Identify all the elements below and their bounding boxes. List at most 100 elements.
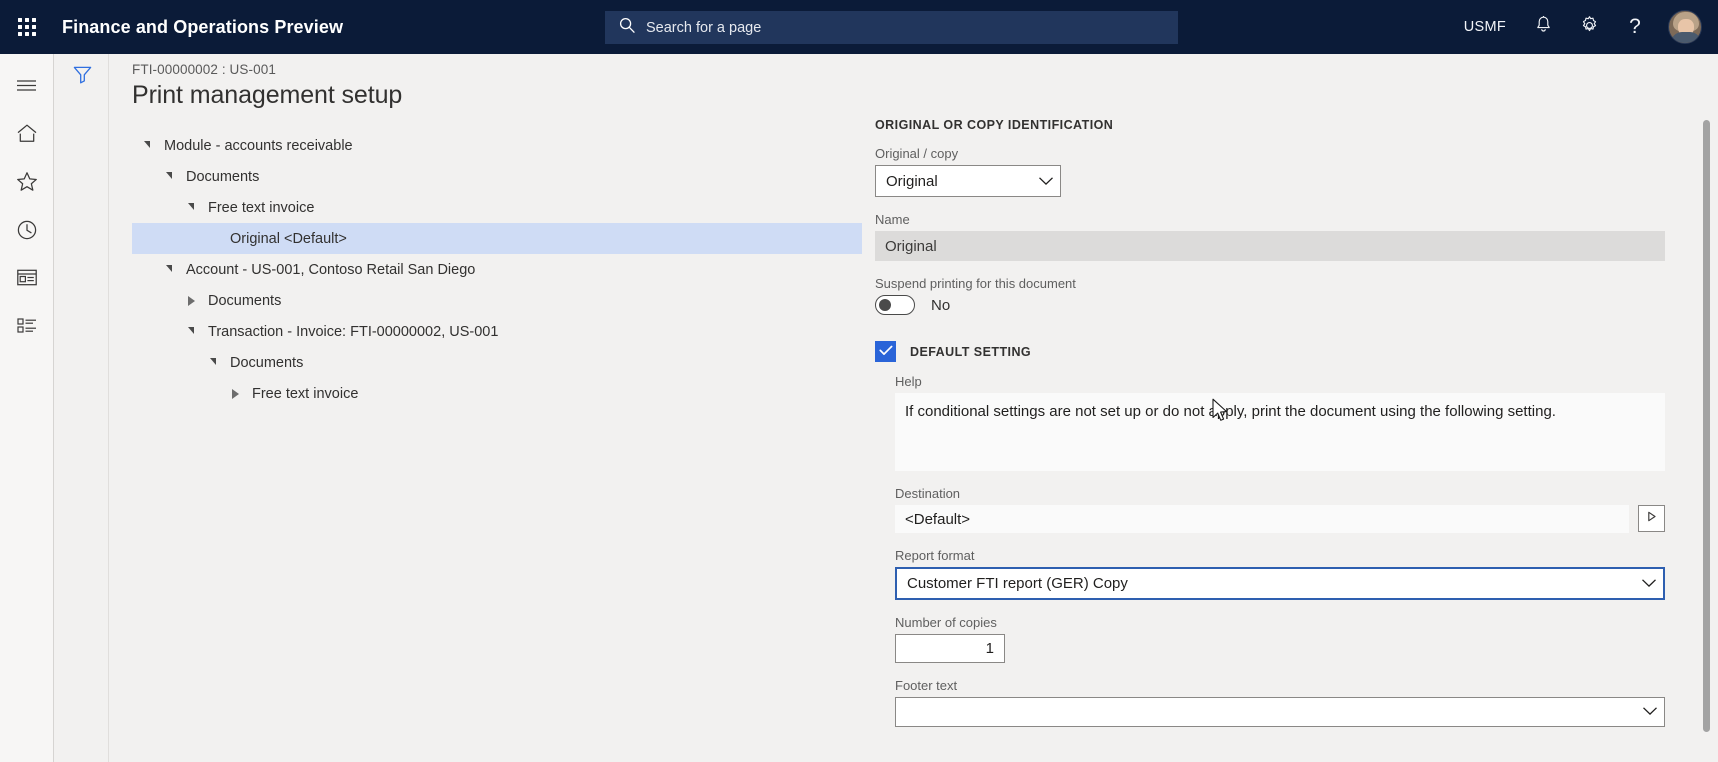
avatar-body bbox=[1671, 32, 1701, 43]
settings-button[interactable] bbox=[1566, 0, 1612, 54]
search-icon bbox=[619, 17, 636, 39]
default-setting-checkbox[interactable] bbox=[875, 341, 896, 362]
help-button[interactable]: ? bbox=[1612, 0, 1658, 54]
suspend-printing-value: No bbox=[931, 296, 951, 314]
field-destination: Destination <Default> bbox=[895, 486, 1665, 533]
top-navigation-bar: Finance and Operations Preview Search fo… bbox=[0, 0, 1718, 54]
tree-node-label: Module - accounts receivable bbox=[164, 137, 353, 154]
field-help: Help If conditional settings are not set… bbox=[895, 374, 1665, 471]
original-copy-select[interactable]: Original bbox=[875, 165, 1061, 197]
tree-node[interactable]: Module - accounts receivable bbox=[132, 130, 862, 161]
tree-node-label: Transaction - Invoice: FTI-00000002, US-… bbox=[208, 323, 499, 340]
tree-node[interactable]: Free text invoice bbox=[132, 192, 862, 223]
chevron-down-icon bbox=[1642, 703, 1658, 721]
footer-text-select[interactable] bbox=[895, 697, 1665, 727]
sidebar-item-favorites[interactable] bbox=[0, 160, 54, 208]
tree-expand-arrow-icon[interactable] bbox=[158, 265, 180, 272]
chevron-down-icon bbox=[1038, 173, 1054, 190]
scrollbar-thumb[interactable] bbox=[1703, 120, 1710, 732]
search-input[interactable]: Search for a page bbox=[605, 11, 1178, 44]
report-format-value: Customer FTI report (GER) Copy bbox=[907, 575, 1128, 592]
sidebar-item-modules[interactable] bbox=[0, 304, 54, 352]
tree-node[interactable]: Transaction - Invoice: FTI-00000002, US-… bbox=[132, 316, 862, 347]
number-of-copies-label: Number of copies bbox=[895, 615, 997, 630]
triangle-right-icon bbox=[187, 295, 195, 306]
tree-expand-arrow-icon[interactable] bbox=[202, 358, 224, 365]
default-setting-header: DEFAULT SETTING bbox=[875, 341, 1665, 362]
triangle-down-icon bbox=[143, 141, 150, 148]
number-of-copies-input[interactable]: 1 bbox=[895, 634, 1005, 663]
vertical-scrollbar[interactable] bbox=[1703, 120, 1710, 762]
tree-node[interactable]: Original <Default> bbox=[132, 223, 862, 254]
tree-node[interactable]: Account - US-001, Contoso Retail San Die… bbox=[132, 254, 862, 285]
destination-row: <Default> bbox=[895, 505, 1665, 533]
suspend-printing-label: Suspend printing for this document bbox=[875, 276, 1076, 291]
hamburger-icon bbox=[16, 78, 37, 98]
tree-collapse-arrow-icon[interactable] bbox=[224, 388, 246, 399]
tree-node-label: Account - US-001, Contoso Retail San Die… bbox=[186, 261, 476, 278]
home-icon bbox=[16, 123, 38, 149]
report-format-label: Report format bbox=[895, 548, 975, 563]
tree-node-label: Documents bbox=[208, 292, 282, 309]
sidebar-item-home[interactable] bbox=[0, 112, 54, 160]
original-copy-value: Original bbox=[886, 172, 938, 190]
filter-pane-toggle[interactable] bbox=[63, 60, 101, 94]
name-value: Original bbox=[875, 231, 1665, 261]
tree-expand-arrow-icon[interactable] bbox=[136, 141, 158, 148]
app-launcher-button[interactable] bbox=[0, 0, 54, 54]
triangle-down-icon bbox=[187, 327, 194, 334]
application-window: Finance and Operations Preview Search fo… bbox=[0, 0, 1718, 762]
checkmark-icon bbox=[878, 343, 893, 361]
tree-expand-arrow-icon[interactable] bbox=[180, 203, 202, 210]
tree-collapse-arrow-icon[interactable] bbox=[180, 295, 202, 306]
report-format-select[interactable]: Customer FTI report (GER) Copy bbox=[895, 567, 1665, 600]
tree-expand-arrow-icon[interactable] bbox=[158, 172, 180, 179]
detail-panel: ORIGINAL OR COPY IDENTIFICATION Original… bbox=[875, 118, 1665, 762]
destination-edit-button[interactable] bbox=[1638, 505, 1665, 532]
tree-expand-arrow-icon[interactable] bbox=[180, 327, 202, 334]
footer-text-label: Footer text bbox=[895, 678, 958, 693]
help-label: Help bbox=[895, 374, 922, 389]
clock-icon bbox=[16, 219, 38, 246]
avatar[interactable] bbox=[1668, 10, 1702, 44]
filter-pane-column bbox=[55, 54, 109, 762]
destination-label: Destination bbox=[895, 486, 961, 501]
triangle-down-icon bbox=[187, 203, 194, 210]
page-content: FTI-00000002 : US-001 Print management s… bbox=[110, 54, 1718, 762]
toggle-knob bbox=[879, 299, 891, 311]
destination-input[interactable]: <Default> bbox=[895, 505, 1629, 533]
notifications-button[interactable] bbox=[1520, 0, 1566, 54]
tree-node[interactable]: Documents bbox=[132, 347, 862, 378]
bell-icon bbox=[1534, 15, 1553, 39]
field-footer-text: Footer text bbox=[895, 678, 1665, 727]
tree-node-label: Documents bbox=[230, 354, 304, 371]
name-label: Name bbox=[875, 212, 910, 227]
left-navigation-rail bbox=[0, 54, 54, 762]
triangle-right-icon bbox=[231, 388, 239, 399]
breadcrumb: FTI-00000002 : US-001 bbox=[132, 62, 276, 77]
triangle-down-icon bbox=[165, 172, 172, 179]
sidebar-item-expand-navigation[interactable] bbox=[0, 64, 54, 112]
help-text: If conditional settings are not set up o… bbox=[895, 393, 1665, 471]
tree-node[interactable]: Documents bbox=[132, 285, 862, 316]
search-placeholder: Search for a page bbox=[646, 19, 762, 36]
default-setting-body: Help If conditional settings are not set… bbox=[875, 374, 1665, 727]
tree-node[interactable]: Free text invoice bbox=[132, 378, 862, 409]
original-copy-label: Original / copy bbox=[875, 146, 959, 161]
sidebar-item-workspaces[interactable] bbox=[0, 256, 54, 304]
star-icon bbox=[16, 171, 38, 197]
default-setting-label: DEFAULT SETTING bbox=[910, 344, 1032, 359]
tree-node-label: Free text invoice bbox=[208, 199, 315, 216]
tree-node-label: Documents bbox=[186, 168, 260, 185]
workspace-icon bbox=[16, 268, 38, 292]
suspend-printing-row: No bbox=[875, 295, 1665, 315]
suspend-printing-toggle[interactable] bbox=[875, 295, 915, 315]
tree-node[interactable]: Documents bbox=[132, 161, 862, 192]
sidebar-item-recent[interactable] bbox=[0, 208, 54, 256]
list-icon bbox=[16, 316, 38, 340]
company-selector[interactable]: USMF bbox=[1450, 0, 1520, 54]
filter-icon bbox=[72, 64, 93, 90]
field-original-copy: Original / copy Original bbox=[875, 146, 1665, 197]
section-title-original-or-copy: ORIGINAL OR COPY IDENTIFICATION bbox=[875, 118, 1114, 132]
print-management-tree: Module - accounts receivable Documents Fre… bbox=[132, 130, 862, 409]
